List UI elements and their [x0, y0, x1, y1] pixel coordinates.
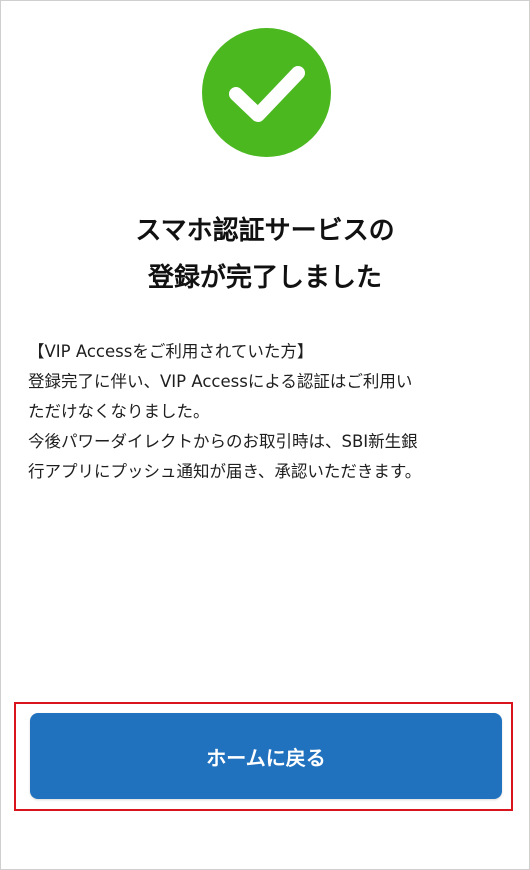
registration-complete-screen: スマホ認証サービスの 登録が完了しました 【VIP Accessをご利用されてい…	[0, 0, 530, 870]
message-line: 今後パワーダイレクトからのお取引時は、SBI新生銀	[28, 432, 418, 451]
message-line: 行アプリにプッシュ通知が届き、承認いただきます。	[28, 462, 422, 481]
message-line: ただけなくなりました。	[28, 402, 210, 421]
check-icon	[229, 66, 305, 122]
message-line: 【VIP Accessをご利用されていた方】	[28, 342, 314, 361]
home-button[interactable]: ホームに戻る	[30, 713, 502, 799]
title-line-1: スマホ認証サービスの	[135, 216, 395, 246]
completion-message: 【VIP Accessをご利用されていた方】 登録完了に伴い、VIP Acces…	[28, 337, 498, 487]
message-line: 登録完了に伴い、VIP Accessによる認証はご利用い	[28, 372, 413, 391]
success-check-icon	[202, 28, 331, 157]
page-title: スマホ認証サービスの 登録が完了しました	[1, 208, 529, 302]
title-line-2: 登録が完了しました	[147, 263, 382, 293]
